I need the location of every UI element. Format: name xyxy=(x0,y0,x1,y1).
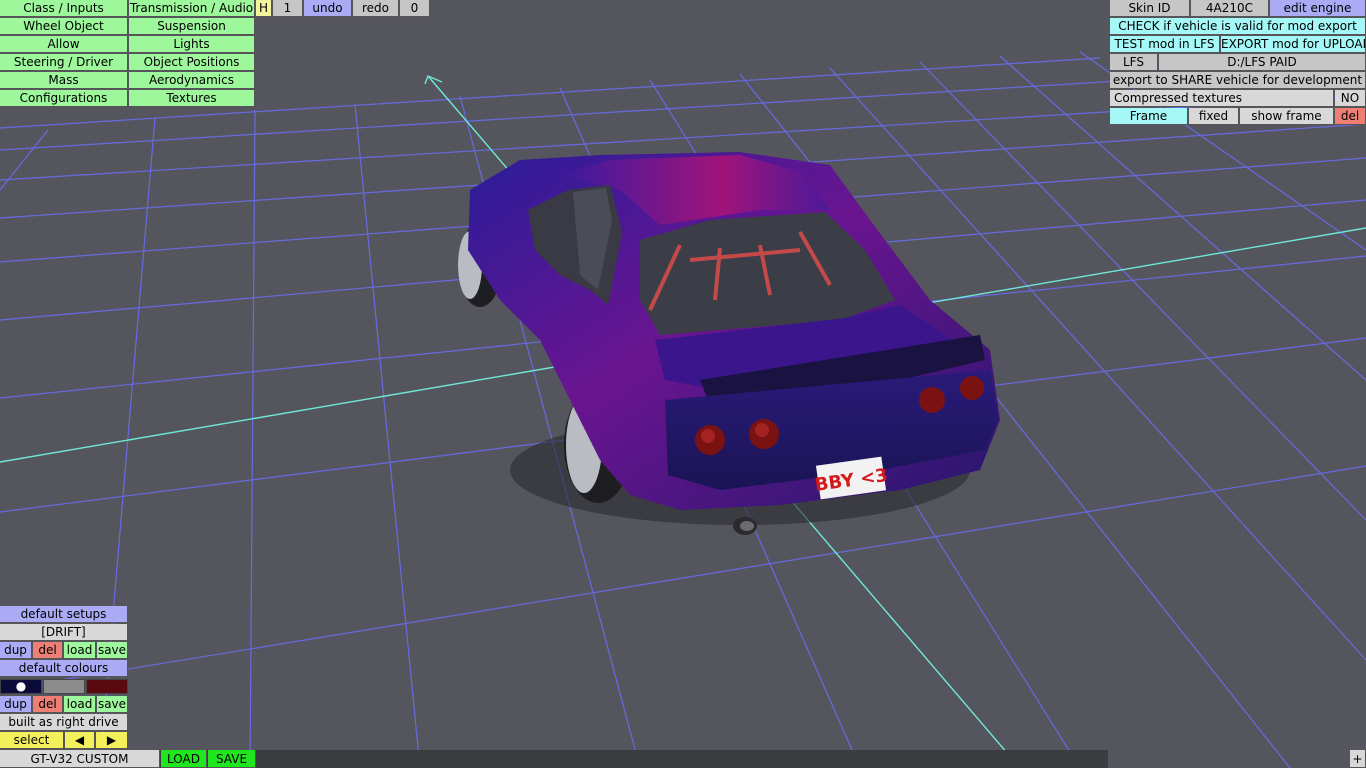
colour-swatch-2[interactable] xyxy=(43,679,85,694)
h-toggle-button[interactable]: H xyxy=(256,0,272,17)
zero-field[interactable]: 0 xyxy=(400,0,430,17)
colour-swatch-1[interactable]: ● xyxy=(0,679,42,694)
export-mod-button[interactable]: EXPORT mod for UPLOAD xyxy=(1221,36,1366,53)
next-arrow-button[interactable]: ▶ xyxy=(96,732,128,749)
fixed-button[interactable]: fixed xyxy=(1189,108,1239,125)
frame-button[interactable]: Frame xyxy=(1110,108,1188,125)
default-setups-button[interactable]: default setups xyxy=(0,606,128,623)
menu-configurations-button[interactable]: Configurations xyxy=(0,90,128,107)
select-button[interactable]: select xyxy=(0,732,64,749)
menu-aerodynamics-button[interactable]: Aerodynamics xyxy=(129,72,255,89)
setup-name-field[interactable]: [DRIFT] xyxy=(0,624,128,641)
colour-dup-button[interactable]: dup xyxy=(0,696,32,713)
menu-steering-driver-button[interactable]: Steering / Driver xyxy=(0,54,128,71)
menu-lights-button[interactable]: Lights xyxy=(129,36,255,53)
menu-allow-button[interactable]: Allow xyxy=(0,36,128,53)
prev-arrow-button[interactable]: ◀ xyxy=(65,732,95,749)
add-button[interactable]: + xyxy=(1350,750,1366,768)
setup-dup-button[interactable]: dup xyxy=(0,642,32,659)
colour-del-button[interactable]: del xyxy=(33,696,63,713)
redo-button[interactable]: redo xyxy=(353,0,399,17)
save-car-button[interactable]: SAVE xyxy=(208,750,256,768)
menu-transmission-audio-button[interactable]: Transmission / Audio xyxy=(129,0,255,17)
compressed-textures-label: Compressed textures xyxy=(1110,90,1334,107)
skin-id-value[interactable]: 4A210C xyxy=(1191,0,1269,17)
colour-load-button[interactable]: load xyxy=(64,696,96,713)
default-colours-button[interactable]: default colours xyxy=(0,660,128,677)
edit-engine-button[interactable]: edit engine xyxy=(1270,0,1366,17)
menu-class-inputs-button[interactable]: Class / Inputs xyxy=(0,0,128,17)
setup-load-button[interactable]: load xyxy=(64,642,96,659)
menu-mass-button[interactable]: Mass xyxy=(0,72,128,89)
check-valid-button[interactable]: CHECK if vehicle is valid for mod export xyxy=(1110,18,1366,35)
menu-object-positions-button[interactable]: Object Positions xyxy=(129,54,255,71)
colour-save-button[interactable]: save xyxy=(97,696,128,713)
compressed-textures-toggle[interactable]: NO xyxy=(1335,90,1366,107)
menu-suspension-button[interactable]: Suspension xyxy=(129,18,255,35)
counter-field[interactable]: 1 xyxy=(273,0,303,17)
car-name-field[interactable]: GT-V32 CUSTOM xyxy=(0,750,160,768)
delete-frame-button[interactable]: del xyxy=(1335,108,1366,125)
undo-button[interactable]: undo xyxy=(304,0,352,17)
car-model: BBY <3 xyxy=(458,152,1000,535)
lfs-path-field[interactable]: D:/LFS PAID xyxy=(1159,54,1366,71)
show-frame-button[interactable]: show frame xyxy=(1240,108,1334,125)
load-car-button[interactable]: LOAD xyxy=(161,750,207,768)
colour-swatch-3[interactable] xyxy=(86,679,128,694)
skin-id-label: Skin ID xyxy=(1110,0,1190,17)
test-mod-button[interactable]: TEST mod in LFS xyxy=(1110,36,1220,53)
setup-save-button[interactable]: save xyxy=(97,642,128,659)
menu-wheel-object-button[interactable]: Wheel Object xyxy=(0,18,128,35)
menu-textures-button[interactable]: Textures xyxy=(129,90,255,107)
export-share-button[interactable]: export to SHARE vehicle for development xyxy=(1110,72,1366,89)
lfs-button[interactable]: LFS xyxy=(1110,54,1158,71)
setup-del-button[interactable]: del xyxy=(33,642,63,659)
built-as-right-drive-toggle[interactable]: built as right drive xyxy=(0,714,128,731)
